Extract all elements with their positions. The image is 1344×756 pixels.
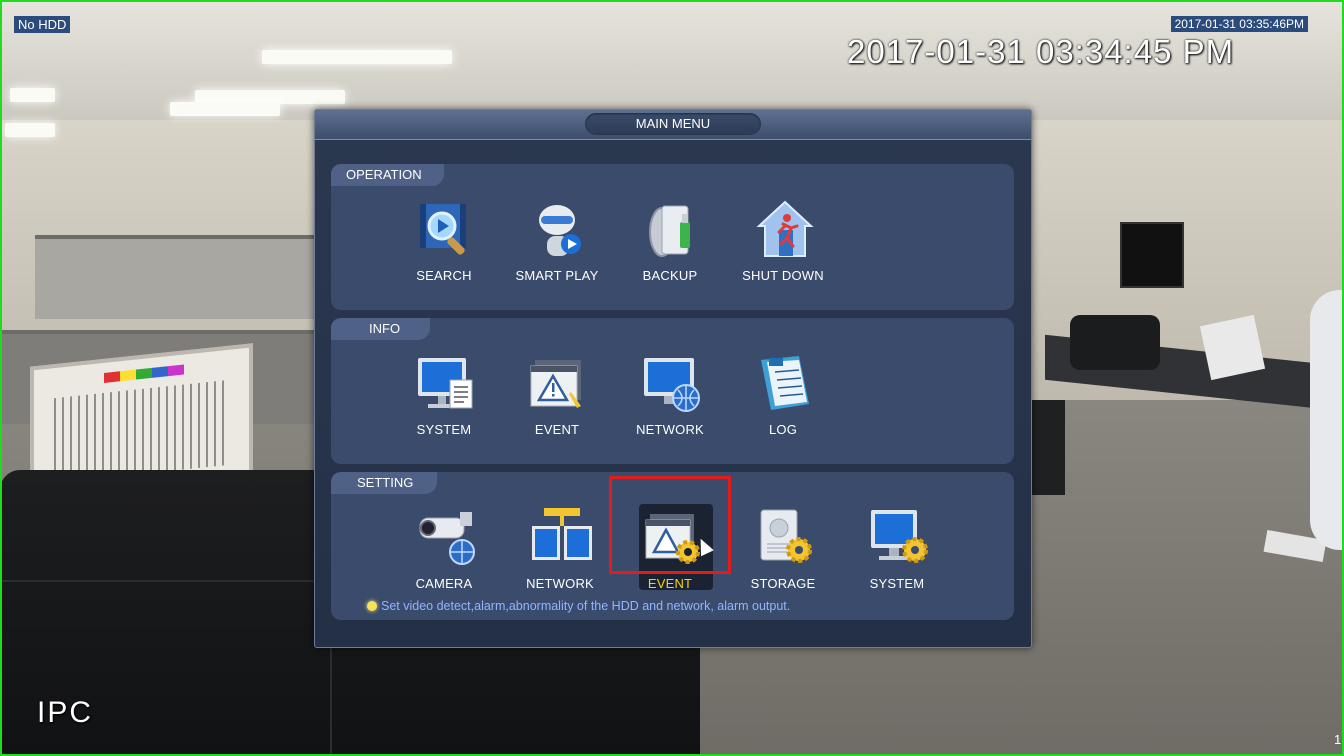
menu-item-label: SYSTEM bbox=[416, 422, 472, 437]
menu-item-info-event[interactable]: EVENT bbox=[502, 348, 612, 444]
pc-tower bbox=[1030, 400, 1065, 495]
menu-item-label: NETWORK bbox=[636, 422, 704, 437]
camera-label: IPC bbox=[37, 696, 94, 729]
menu-item-label: SMART PLAY bbox=[515, 268, 599, 283]
notebook-icon bbox=[761, 356, 809, 410]
menu-item-setting-camera[interactable]: CAMERA bbox=[389, 502, 499, 598]
menu-header: MAIN MENU bbox=[315, 110, 1031, 140]
section-label-setting: SETTING bbox=[331, 472, 438, 494]
resolution-pattern bbox=[54, 380, 224, 484]
menu-item-shut-down[interactable]: SHUT DOWN bbox=[728, 194, 838, 290]
color-bars bbox=[104, 364, 184, 383]
usb-disc-icon bbox=[649, 205, 690, 257]
robot-play-icon bbox=[539, 205, 581, 256]
main-menu-window: MAIN MENU OPERATION SEARCH SMART PLAY BA… bbox=[314, 109, 1032, 648]
menu-item-label: SEARCH bbox=[416, 268, 472, 283]
desk-monitor bbox=[1120, 222, 1184, 288]
white-device bbox=[1310, 290, 1344, 550]
ceiling-light bbox=[5, 123, 55, 137]
menu-item-label: CAMERA bbox=[415, 576, 473, 591]
ceiling-light bbox=[170, 102, 280, 116]
lightbulb-icon bbox=[367, 601, 377, 611]
network-monitors-icon bbox=[532, 508, 592, 560]
hdd-gear-icon bbox=[760, 509, 812, 563]
product-box bbox=[1199, 314, 1266, 381]
menu-item-setting-network[interactable]: NETWORK bbox=[505, 502, 615, 598]
ceiling-light bbox=[10, 88, 55, 102]
menu-item-info-network[interactable]: NETWORK bbox=[615, 348, 725, 444]
selection-box bbox=[609, 476, 731, 574]
menu-item-setting-system[interactable]: SYSTEM bbox=[842, 502, 952, 598]
camera-globe-icon bbox=[419, 512, 475, 565]
system-timestamp: 2017-01-31 03:35:46PM bbox=[1170, 16, 1308, 32]
section-info: INFO SYSTEM EVENT NETWORK LOG bbox=[331, 318, 1014, 464]
menu-item-info-system[interactable]: SYSTEM bbox=[389, 348, 499, 444]
menu-item-label: BACKUP bbox=[642, 268, 698, 283]
monitor-document-icon bbox=[418, 358, 473, 409]
menu-item-backup[interactable]: BACKUP bbox=[615, 194, 725, 290]
camera-timestamp: 2017-01-31 03:34:45 PM bbox=[847, 33, 1235, 70]
cubicle-wall bbox=[35, 235, 315, 319]
menu-item-label: STORAGE bbox=[750, 576, 816, 591]
running-man-house-icon bbox=[756, 200, 814, 257]
menu-item-setting-storage[interactable]: STORAGE bbox=[728, 502, 838, 598]
section-setting: SETTING CAMERA NETWORK EVENT STORAGE SYS… bbox=[331, 472, 1014, 620]
menu-title: MAIN MENU bbox=[585, 113, 761, 135]
menu-item-info-log[interactable]: LOG bbox=[728, 348, 838, 444]
section-label-info: INFO bbox=[331, 318, 431, 340]
search-film-icon bbox=[420, 204, 466, 255]
lab-machine bbox=[1070, 315, 1160, 370]
hint-line: Set video detect,alarm,abnormality of th… bbox=[367, 599, 790, 613]
hint-text: Set video detect,alarm,abnormality of th… bbox=[381, 599, 791, 613]
menu-item-label: SHUT DOWN bbox=[742, 268, 824, 283]
monitor-gear-icon bbox=[871, 510, 928, 563]
warning-window-icon bbox=[530, 360, 581, 408]
hdd-status-badge: No HDD bbox=[14, 16, 71, 33]
section-label-operation: OPERATION bbox=[331, 164, 444, 186]
menu-item-label: EVENT bbox=[534, 422, 580, 437]
menu-item-label: NETWORK bbox=[526, 576, 594, 591]
menu-item-label: LOG bbox=[768, 422, 798, 437]
menu-item-label: EVENT bbox=[647, 576, 693, 591]
menu-item-smart-play[interactable]: SMART PLAY bbox=[502, 194, 612, 290]
channel-number: 1 bbox=[1334, 732, 1342, 747]
menu-item-label: SYSTEM bbox=[869, 576, 925, 591]
section-operation: OPERATION SEARCH SMART PLAY BACKUP SHUT … bbox=[331, 164, 1014, 310]
menu-item-search[interactable]: SEARCH bbox=[389, 194, 499, 290]
ceiling-light bbox=[262, 50, 452, 64]
monitor-globe-icon bbox=[644, 358, 700, 412]
